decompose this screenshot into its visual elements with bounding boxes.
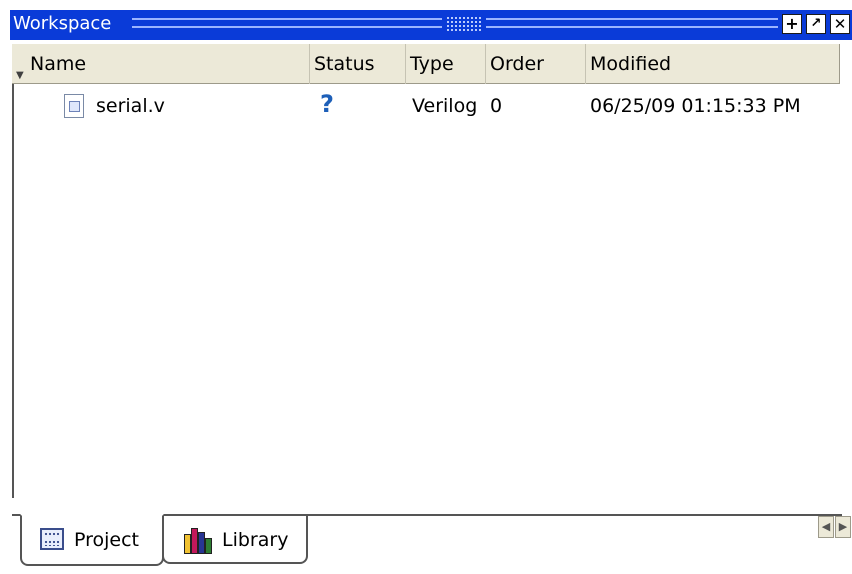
- titlebar-drag-handle[interactable]: [446, 16, 482, 32]
- scroll-left-icon[interactable]: ◀: [818, 516, 834, 538]
- table-row[interactable]: serial.v ? Verilog 0 06/25/09 01:15:33 P…: [14, 90, 834, 120]
- tab-library[interactable]: Library: [162, 516, 308, 564]
- close-icon[interactable]: ✕: [830, 14, 850, 34]
- column-header-type[interactable]: Type: [406, 44, 486, 84]
- file-order-cell: 0: [490, 95, 503, 117]
- verilog-file-icon: [64, 94, 84, 118]
- workspace-titlebar[interactable]: Workspace + ↗ ✕: [10, 10, 852, 40]
- question-mark-icon: ?: [320, 90, 334, 118]
- column-header-modified[interactable]: Modified: [586, 44, 840, 84]
- scroll-right-icon[interactable]: ▶: [835, 516, 851, 538]
- tab-project[interactable]: Project: [20, 514, 164, 566]
- column-header-name-label: Name: [30, 53, 87, 75]
- undock-icon[interactable]: ↗: [806, 14, 826, 34]
- workspace-title: Workspace: [13, 13, 112, 34]
- file-modified-cell: 06/25/09 01:15:33 PM: [590, 95, 801, 117]
- titlebar-grip-left[interactable]: [132, 18, 442, 28]
- tab-project-label: Project: [74, 529, 140, 551]
- tab-scroll-buttons: ◀ ▶: [818, 516, 852, 538]
- column-header-order[interactable]: Order: [486, 44, 586, 84]
- project-icon: [40, 528, 64, 550]
- column-header-status[interactable]: Status: [310, 44, 406, 84]
- plus-icon[interactable]: +: [782, 14, 802, 34]
- library-icon: [182, 526, 212, 554]
- project-file-list[interactable]: serial.v ? Verilog 0 06/25/09 01:15:33 P…: [12, 84, 852, 498]
- column-header-name[interactable]: ▼ Name: [12, 44, 310, 84]
- workspace-tab-strip: Project Library ◀ ▶: [0, 498, 852, 574]
- column-header-row: ▼ Name Status Type Order Modified: [12, 44, 840, 84]
- tab-library-label: Library: [222, 529, 289, 551]
- file-name-cell[interactable]: serial.v: [96, 92, 165, 120]
- titlebar-grip-right[interactable]: [486, 18, 778, 28]
- file-type-cell: Verilog: [412, 95, 478, 117]
